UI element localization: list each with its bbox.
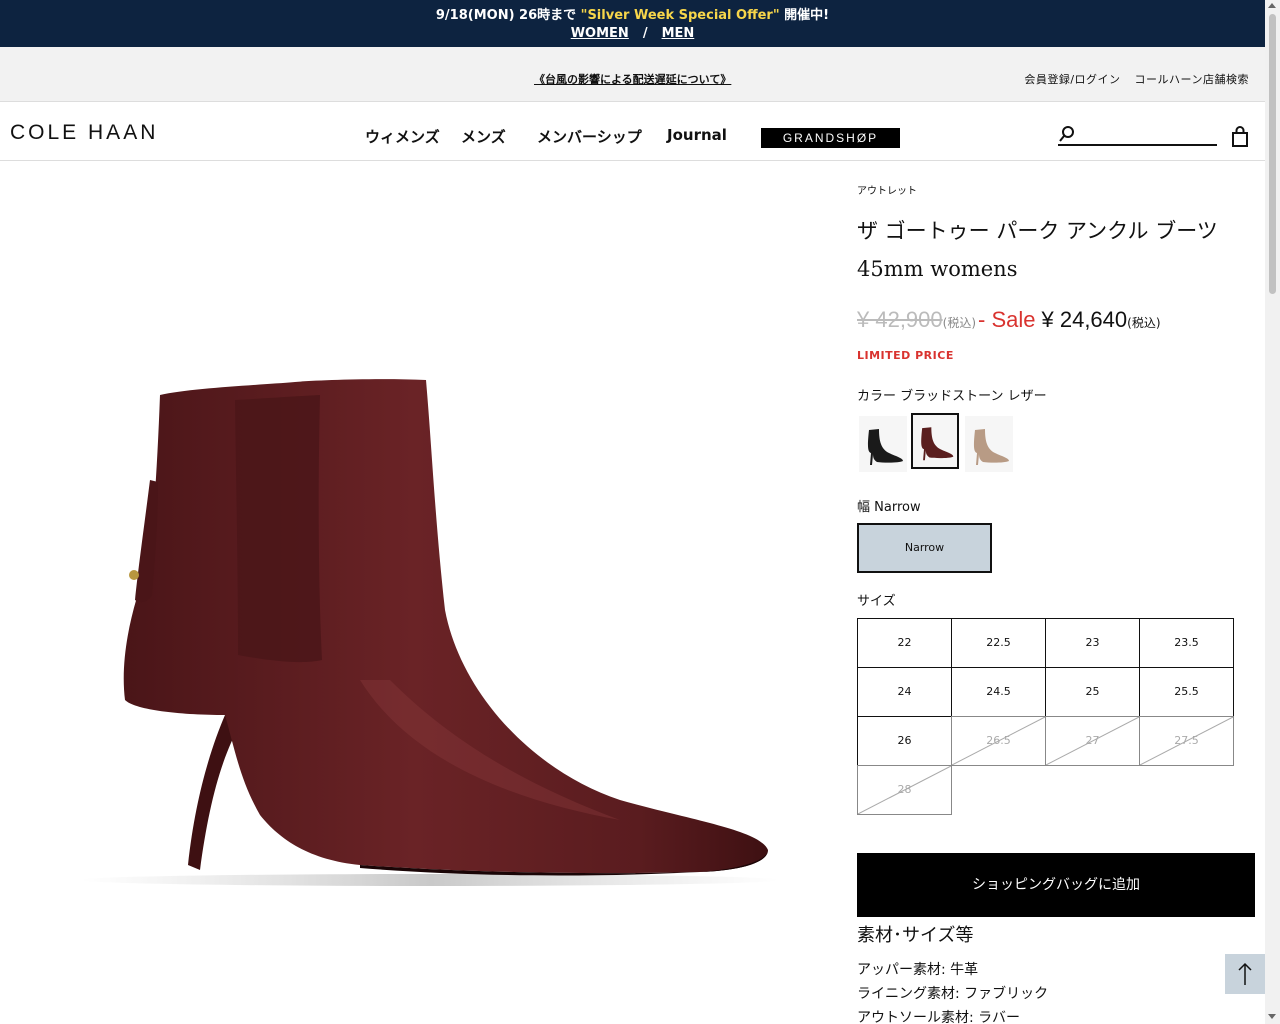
product-title: ザ ゴートゥー パーク アンクル ブーツ 45mm womens	[857, 212, 1257, 288]
promo-prefix: 9/18(MON) 26時まで	[435, 8, 581, 23]
size-option-label: 23.5	[1174, 636, 1199, 649]
nav-journal[interactable]: Journal	[667, 126, 727, 144]
swatch-bloodstone-image	[921, 427, 954, 461]
promo-text: 9/18(MON) 26時まで "Silver Week Special Off…	[0, 4, 1265, 23]
original-price: ¥ 42,900	[857, 307, 943, 332]
size-grid: 22 22.5 23 23.5 24 24.5 25 25.5 26 26.5 27 27.5 28	[857, 618, 1234, 815]
size-option-label: 24	[897, 685, 912, 698]
tax-label: (税込)	[942, 316, 977, 330]
width-label: 幅 Narrow	[857, 500, 921, 515]
swatch-black[interactable]	[859, 416, 907, 472]
spec-lining: ライニング素材: ファブリック	[857, 986, 1049, 1002]
size-option-label: 25	[1085, 685, 1100, 698]
page-scrollbar[interactable]	[1265, 0, 1280, 1024]
grandshop-link[interactable]: GRANDSHØP	[761, 128, 900, 148]
size-option-label: 22	[897, 636, 912, 649]
nav-women[interactable]: ウィメンズ	[365, 126, 440, 147]
notice-bar: 《台風の影響による配送遅延について》 会員登録/ログイン コールハーン店舗検索	[0, 47, 1265, 102]
size-option-label: 25.5	[1174, 685, 1199, 698]
size-option-label: 28	[897, 783, 912, 796]
size-option: 27	[1045, 716, 1140, 766]
size-option[interactable]: 26	[857, 716, 952, 766]
add-to-bag-button[interactable]: ショッピングバッグに追加	[857, 853, 1255, 917]
size-option[interactable]: 25	[1045, 667, 1140, 717]
promo-banner: 9/18(MON) 26時まで "Silver Week Special Off…	[0, 0, 1265, 47]
arrow-up-icon	[1238, 962, 1252, 985]
width-option-narrow[interactable]: Narrow	[857, 523, 992, 573]
boot-shadow	[80, 874, 780, 886]
promo-separator: /	[642, 26, 648, 41]
size-option[interactable]: 24.5	[951, 667, 1046, 717]
sale-tax-label: (税込)	[1127, 316, 1161, 330]
scroll-down-icon[interactable]	[1268, 1014, 1276, 1019]
size-option[interactable]: 24	[857, 667, 952, 717]
size-option[interactable]: 25.5	[1139, 667, 1234, 717]
size-option-label: 27.5	[1174, 734, 1199, 747]
search-icon[interactable]	[1058, 125, 1076, 143]
boot-rivet	[129, 570, 139, 580]
promo-highlight: "Silver Week Special Offer"	[580, 8, 780, 23]
delivery-delay-link[interactable]: 《台風の影響による配送遅延について》	[534, 71, 731, 87]
product-category[interactable]: アウトレット	[857, 182, 917, 197]
swatch-black-image	[867, 429, 903, 465]
color-label: カラー ブラッドストーン レザー	[857, 389, 1047, 404]
brand-logo[interactable]: COLE HAAN	[10, 121, 158, 145]
promo-links: WOMEN / MEN	[0, 26, 1265, 41]
search-input[interactable]	[1080, 125, 1215, 143]
product-title-line1: ザ ゴートゥー パーク アンクル ブーツ	[857, 219, 1218, 243]
promo-suffix: 開催中!	[779, 8, 830, 23]
login-link[interactable]: 会員登録/ログイン	[1024, 73, 1120, 86]
spec-upper: アッパー素材: 牛革	[857, 962, 979, 978]
sale-price: ¥ 24,640	[1041, 307, 1128, 332]
size-option[interactable]: 22	[857, 618, 952, 668]
scroll-thumb[interactable]	[1269, 14, 1276, 294]
search-box	[1058, 125, 1217, 146]
promo-men-link[interactable]: MEN	[662, 26, 695, 41]
sale-label: - Sale	[978, 307, 1036, 332]
shopping-bag-icon[interactable]	[1231, 126, 1249, 148]
size-option-label: 22.5	[986, 636, 1011, 649]
promo-women-link[interactable]: WOMEN	[571, 26, 629, 41]
size-option[interactable]: 23	[1045, 618, 1140, 668]
nav-men[interactable]: メンズ	[461, 126, 506, 147]
product-title-line2: 45mm womens	[857, 257, 1018, 281]
size-option: 28	[857, 765, 952, 815]
site-header: COLE HAAN ウィメンズ メンズ メンバーシップ Journal GRAN…	[0, 102, 1265, 161]
utility-links: 会員登録/ログイン コールハーン店舗検索	[1014, 71, 1249, 87]
store-search-link[interactable]: コールハーン店舗検索	[1135, 73, 1249, 86]
limited-price-badge: LIMITED PRICE	[857, 349, 954, 362]
price-row: ¥ 42,900(税込)- Sale ¥ 24,640(税込)	[857, 307, 1161, 333]
size-option-label: 26	[897, 734, 912, 747]
size-option: 26.5	[951, 716, 1046, 766]
size-label: サイズ	[857, 594, 896, 609]
size-option[interactable]: 23.5	[1139, 618, 1234, 668]
size-option-label: 24.5	[986, 685, 1011, 698]
swatch-taupe[interactable]	[965, 416, 1013, 472]
product-image	[80, 379, 780, 886]
swatch-bloodstone[interactable]	[911, 413, 959, 469]
size-option: 27.5	[1139, 716, 1234, 766]
spec-outsole: アウトソール素材: ラバー	[857, 1010, 1021, 1024]
boot-body	[123, 379, 768, 874]
size-option-label: 23	[1085, 636, 1100, 649]
swatch-taupe-image	[973, 429, 1009, 465]
back-to-top-button[interactable]	[1225, 954, 1265, 994]
size-option-label: 26.5	[986, 734, 1011, 747]
scroll-up-icon[interactable]	[1268, 3, 1276, 8]
nav-membership[interactable]: メンバーシップ	[537, 126, 642, 147]
spec-title: 素材･サイズ等	[857, 925, 974, 946]
size-option-label: 27	[1085, 734, 1100, 747]
size-option[interactable]: 22.5	[951, 618, 1046, 668]
boot-gore	[235, 395, 322, 663]
